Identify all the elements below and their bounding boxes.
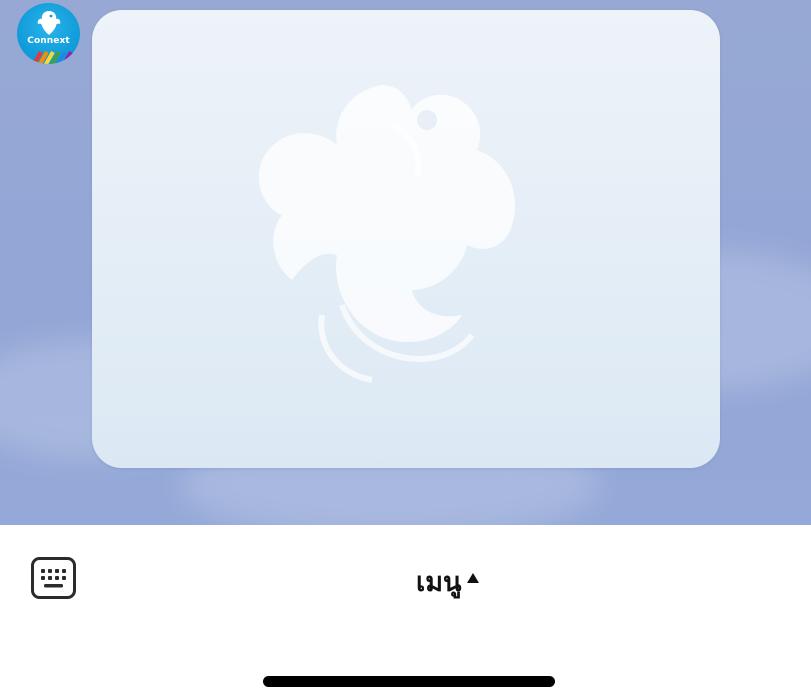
- message-card[interactable]: [92, 10, 720, 468]
- home-indicator[interactable]: [263, 676, 555, 687]
- rainbow-stripes-icon: [31, 50, 73, 64]
- keyboard-icon: [31, 557, 76, 599]
- caret-up-icon: [467, 573, 480, 583]
- keyboard-toggle-button[interactable]: [30, 556, 77, 600]
- menu-label: เมนู: [416, 566, 462, 598]
- bottom-bar: เมนู: [0, 525, 811, 700]
- garuda-bird-watermark-icon: [258, 85, 516, 383]
- krungthai-bird-logo-icon: [37, 11, 60, 35]
- bot-avatar[interactable]: Connext: [17, 3, 80, 64]
- avatar-label: Connext: [27, 36, 70, 46]
- chat-area: Connext: [0, 0, 811, 525]
- menu-toggle-button[interactable]: เมนู: [416, 561, 480, 601]
